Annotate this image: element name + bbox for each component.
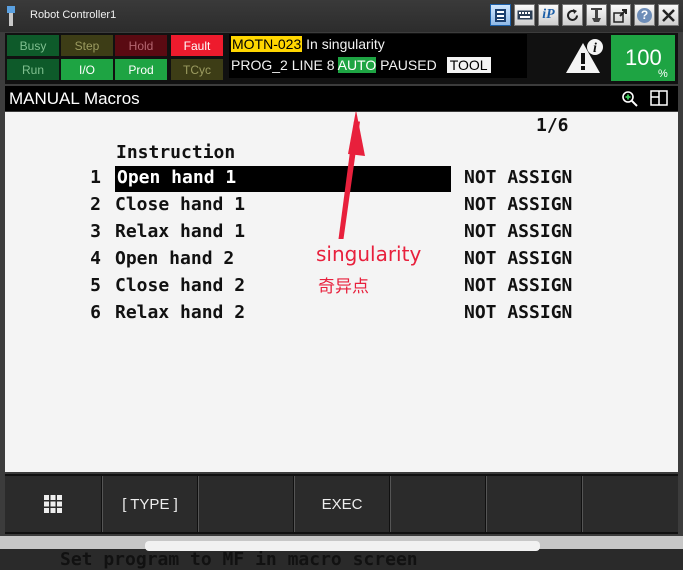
status-led-prod: Prod: [115, 59, 167, 80]
status-led-step: Step: [61, 35, 113, 56]
zoom-icon[interactable]: [621, 90, 638, 107]
alarm-text: In singularity: [302, 36, 385, 52]
robot-controller-window: Robot Controller1 iP ? Busy Step Hold Fa…: [0, 0, 683, 570]
status-led-tcyc: TCyc: [171, 59, 223, 80]
alarm-message: MOTN-023 In singularity PROG_2 LINE 8 AU…: [229, 34, 527, 78]
toolbar: iP ?: [490, 4, 679, 26]
split-window-icon[interactable]: [650, 90, 668, 106]
taskbar-pill: [145, 541, 540, 551]
alarm-code: MOTN-023: [231, 36, 303, 52]
annotation-label-en: singularity: [316, 242, 422, 266]
help-icon[interactable]: ?: [634, 4, 655, 26]
alarm-line-1: MOTN-023 In singularity: [231, 36, 385, 52]
ip-icon[interactable]: iP: [538, 4, 559, 26]
auto-badge: AUTO: [337, 57, 377, 73]
f3-exec-button[interactable]: EXEC: [294, 476, 389, 532]
alarm-line-2: PROG_2 LINE 8 AUTO PAUSED TOOL: [231, 57, 491, 73]
menu-grid-button[interactable]: [5, 476, 101, 532]
status-led-busy: Busy: [7, 35, 59, 56]
keyboard-icon[interactable]: [514, 4, 535, 26]
help-message: Set program to MF in macro screen: [60, 549, 418, 570]
external-icon[interactable]: [610, 4, 631, 26]
coordinate-frame: TOOL: [446, 57, 491, 73]
taskbar-strip: [0, 536, 683, 551]
override-value: 100: [625, 45, 662, 70]
status-led-fault: Fault: [171, 35, 223, 56]
refresh-icon[interactable]: [562, 4, 583, 26]
status-bar: Busy Step Hold Fault Run I/O Prod TCyc MOTN-023…: [5, 33, 678, 84]
help-label: ?: [637, 7, 652, 23]
override-unit: %: [658, 68, 668, 80]
f1-type-button[interactable]: [ TYPE ]: [102, 476, 197, 532]
paused-status: PAUSED: [376, 57, 437, 73]
window-title: Robot Controller1: [30, 9, 117, 21]
annotation-label-zh: 奇异点: [318, 277, 369, 297]
close-icon[interactable]: [658, 4, 679, 26]
warning-icon[interactable]: i: [562, 37, 604, 75]
status-icon[interactable]: [490, 4, 511, 26]
program-line: PROG_2 LINE 8: [231, 57, 338, 73]
function-key-bar: [ TYPE ] EXEC: [5, 474, 678, 534]
screen-title: MANUAL Macros: [9, 89, 140, 108]
f5-button[interactable]: [486, 476, 581, 532]
screen-header: MANUAL Macros: [5, 86, 678, 111]
status-led-i-o: I/O: [61, 59, 113, 80]
f2-button[interactable]: [198, 476, 293, 532]
status-led-run: Run: [7, 59, 59, 80]
f4-button[interactable]: [390, 476, 485, 532]
jog-icon[interactable]: [586, 4, 607, 26]
status-led-hold: Hold: [115, 35, 167, 56]
title-bar: Robot Controller1 iP ?: [0, 0, 683, 32]
speed-override[interactable]: 100 %: [611, 35, 675, 81]
app-icon: [7, 6, 15, 26]
grid-icon: [44, 495, 62, 513]
svg-text:i: i: [593, 41, 597, 56]
next-page-button[interactable]: [582, 476, 678, 532]
ip-label: iP: [542, 7, 555, 22]
